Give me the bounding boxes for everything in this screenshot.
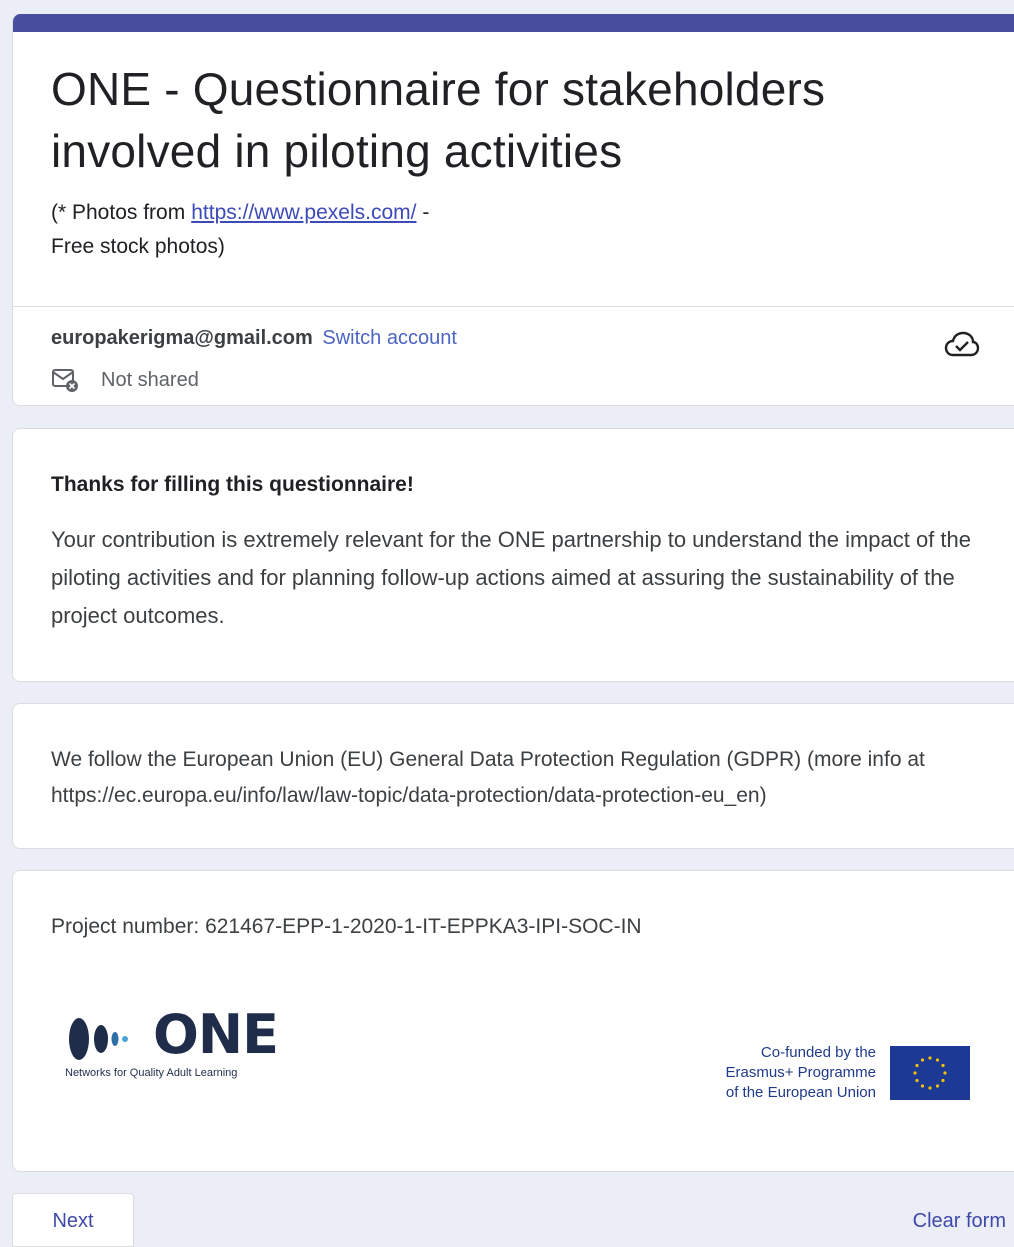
pexels-link[interactable]: https://www.pexels.com/ — [191, 201, 416, 224]
desc-prefix: (* Photos from — [51, 201, 186, 224]
eu-funding-text: Co-funded by the Erasmus+ Programme of t… — [726, 1043, 876, 1103]
eu-line-1: Co-funded by the — [760, 1044, 876, 1061]
share-status-label: Not shared — [101, 368, 199, 391]
clear-form-button[interactable]: Clear form — [913, 1206, 1006, 1236]
eu-line-3: of the European Union — [725, 1084, 876, 1101]
desc-suffix: - — [422, 201, 430, 224]
form-title-line-1: ONE - Questionnaire for stakeholders — [51, 63, 826, 115]
one-logo-word: ONE — [153, 1003, 279, 1066]
form-title-line-2: involved in piloting activities — [51, 125, 623, 177]
form-title: ONE - Questionnaire for stakeholders inv… — [51, 58, 976, 182]
switch-account-link[interactable]: Switch account — [322, 327, 457, 349]
one-logo: ONE Networks for Quality Adult Learning — [65, 1003, 295, 1089]
cloud-saved-icon — [944, 331, 980, 357]
next-button[interactable]: Next — [12, 1193, 134, 1247]
mail-not-shared-icon — [52, 369, 78, 392]
thanks-body: Your contribution is extremely relevant … — [51, 527, 972, 628]
share-status: Not shared — [51, 367, 976, 393]
account-line: europakerigma@gmail.com Switch account — [51, 325, 976, 351]
one-logo-tagline: Networks for Quality Adult Learning — [65, 1067, 238, 1079]
title-section: ONE - Questionnaire for stakeholders inv… — [13, 32, 1014, 307]
desc-line-2: Free stock photos) — [51, 235, 225, 258]
account-section: europakerigma@gmail.com Switch account N… — [13, 307, 1014, 393]
form-header-card: ONE - Questionnaire for stakeholders inv… — [12, 14, 1014, 406]
gdpr-text: We follow the European Union (EU) Genera… — [51, 748, 925, 807]
form-description: (* Photos from https://www.pexels.com/ - … — [51, 196, 976, 264]
project-number: Project number: 621467-EPP-1-2020-1-IT-E… — [51, 915, 642, 938]
project-section-card: Project number: 621467-EPP-1-2020-1-IT-E… — [12, 870, 1014, 1172]
one-logo-mark-icon — [69, 1018, 128, 1060]
thanks-heading: Thanks for filling this questionnaire! — [51, 473, 414, 496]
eu-line-2: Erasmus+ Programme — [725, 1064, 876, 1081]
header-accent-bar — [13, 14, 1014, 32]
eu-funding-logo: Co-funded by the Erasmus+ Programme of t… — [726, 1043, 970, 1103]
eu-flag-icon — [890, 1046, 970, 1100]
thanks-section-card: Thanks for filling this questionnaire! Y… — [12, 428, 1014, 682]
account-email: europakerigma@gmail.com — [51, 327, 313, 349]
gdpr-section-card: We follow the European Union (EU) Genera… — [12, 703, 1014, 849]
